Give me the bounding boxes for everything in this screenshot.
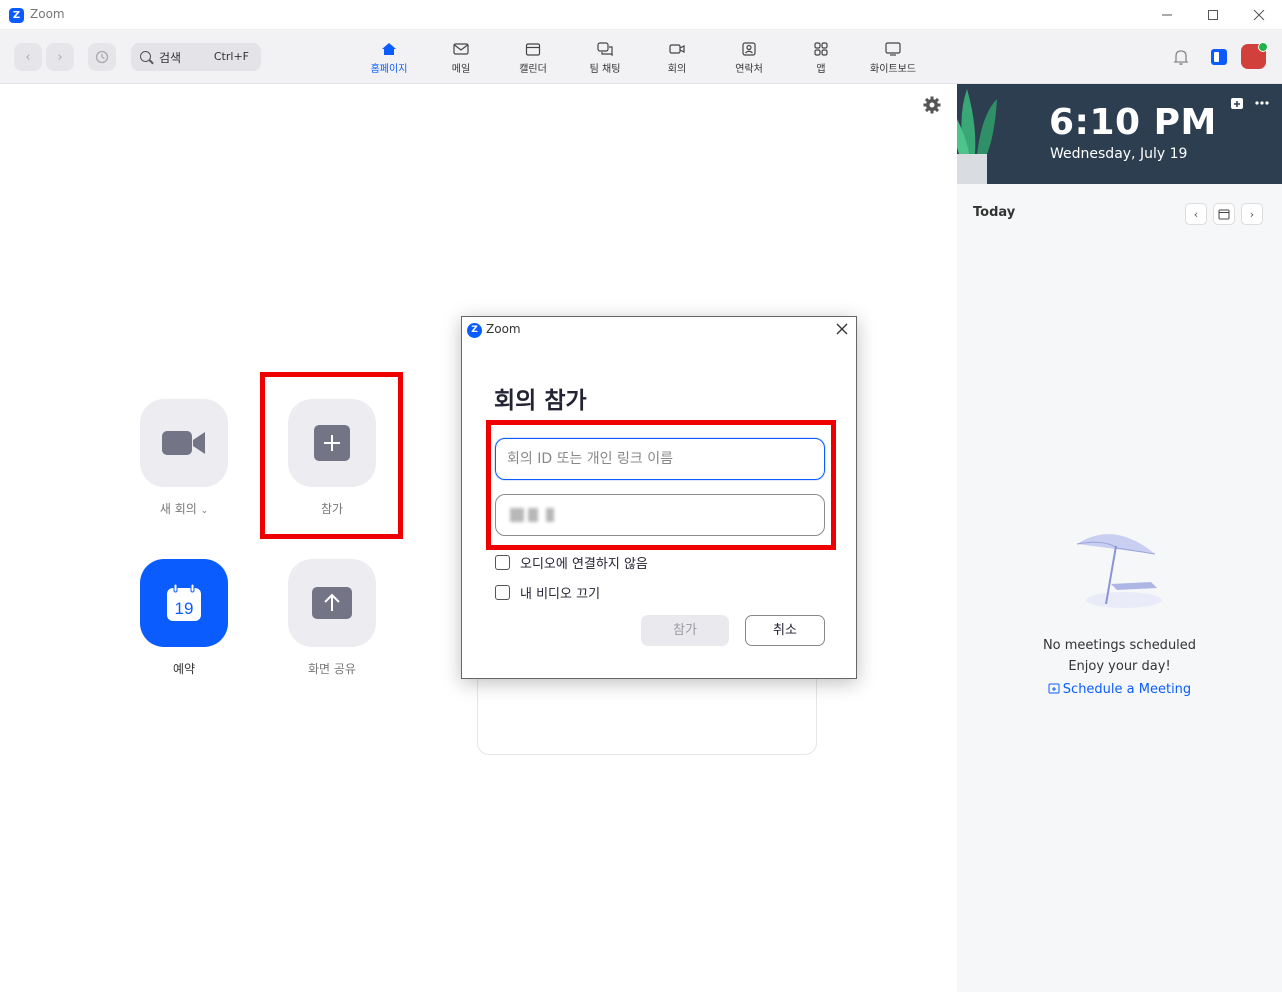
search-shortcut: Ctrl+F bbox=[213, 50, 249, 63]
schedule-meeting-link[interactable]: Schedule a Meeting bbox=[957, 682, 1282, 697]
tab-meetings[interactable]: 회의 bbox=[642, 40, 712, 80]
minimize-icon bbox=[1162, 14, 1172, 16]
tab-team-chat-label: 팀 채팅 bbox=[589, 64, 621, 75]
tab-team-chat[interactable]: 팀 채팅 bbox=[570, 40, 640, 80]
tab-meetings-label: 회의 bbox=[667, 64, 687, 75]
video-off-checkbox[interactable] bbox=[495, 585, 510, 600]
dialog-heading: 회의 참가 bbox=[494, 388, 587, 414]
new-meeting-label: 새 회의 ⌄ bbox=[159, 502, 209, 516]
schedule-tile[interactable]: 19 bbox=[140, 559, 228, 647]
new-meeting-tile[interactable] bbox=[140, 399, 228, 487]
banner-actions bbox=[1230, 96, 1270, 110]
tab-calendar[interactable]: 캘린더 bbox=[498, 40, 568, 80]
close-window-button[interactable] bbox=[1236, 0, 1282, 30]
settings-gear-icon[interactable] bbox=[923, 96, 941, 114]
mail-icon bbox=[453, 43, 469, 55]
window-title: Zoom bbox=[30, 7, 65, 21]
minimize-button[interactable] bbox=[1144, 0, 1190, 30]
schedule-label: 예약 bbox=[172, 662, 196, 676]
chevron-left-icon: ‹ bbox=[1193, 207, 1199, 221]
history-icon bbox=[95, 50, 109, 64]
title-bar: Z Zoom bbox=[0, 0, 1282, 30]
tab-home[interactable]: 홈페이지 bbox=[354, 40, 424, 80]
no-audio-option[interactable]: 오디오에 연결하지 않음 bbox=[495, 553, 648, 572]
dialog-close-button[interactable] bbox=[836, 320, 848, 339]
back-button[interactable]: ‹ bbox=[14, 43, 42, 71]
beach-umbrella-illustration bbox=[1076, 534, 1162, 608]
share-screen-action[interactable]: 화면 공유 bbox=[277, 559, 387, 677]
close-icon bbox=[1253, 9, 1265, 21]
side-panel-toggle-icon[interactable] bbox=[1211, 49, 1227, 65]
schedule-action[interactable]: 19 예약 bbox=[129, 559, 239, 677]
tab-home-label: 홈페이지 bbox=[370, 64, 408, 75]
maximize-icon bbox=[1208, 10, 1218, 20]
contacts-icon bbox=[742, 42, 756, 56]
tab-contacts-label: 연락처 bbox=[735, 64, 763, 75]
input-fields-highlight bbox=[486, 420, 836, 550]
calendar-icon bbox=[525, 43, 541, 56]
previous-day-button[interactable]: ‹ bbox=[1185, 203, 1207, 225]
join-tile-highlight bbox=[260, 372, 403, 539]
zoom-logo-icon: Z bbox=[9, 8, 24, 23]
tab-mail[interactable]: 메일 bbox=[426, 40, 496, 80]
chat-icon bbox=[597, 42, 613, 56]
chevron-right-icon: › bbox=[57, 49, 63, 65]
share-screen-tile[interactable] bbox=[288, 559, 376, 647]
tab-whiteboard[interactable]: 화이트보드 bbox=[858, 40, 928, 80]
search-box[interactable]: 검색 Ctrl+F bbox=[131, 43, 261, 71]
notification-bell-icon[interactable] bbox=[1172, 48, 1190, 66]
enjoy-day-text: Enjoy your day! bbox=[1068, 659, 1171, 674]
avatar[interactable] bbox=[1241, 42, 1268, 69]
no-audio-label: 오디오에 연결하지 않음 bbox=[520, 557, 648, 572]
chevron-down-icon[interactable]: ⌄ bbox=[201, 506, 209, 516]
maximize-button[interactable] bbox=[1190, 0, 1236, 30]
today-label: Today bbox=[973, 205, 1016, 220]
history-button[interactable] bbox=[88, 43, 116, 71]
tab-apps-label: 앱 bbox=[816, 64, 826, 75]
home-icon bbox=[382, 43, 396, 55]
more-options-icon[interactable] bbox=[1254, 96, 1270, 110]
tab-contacts[interactable]: 연락처 bbox=[714, 40, 784, 80]
cancel-button[interactable]: 취소 bbox=[745, 615, 825, 646]
top-toolbar: ‹ › 검색 Ctrl+F 홈페이지 메일 캘린더 팀 채팅 회의 연락처 앱 … bbox=[0, 30, 1282, 84]
calendar-picker-button[interactable] bbox=[1213, 203, 1235, 225]
forward-button[interactable]: › bbox=[46, 43, 74, 71]
chevron-left-icon: ‹ bbox=[25, 49, 31, 65]
plant-illustration bbox=[957, 89, 997, 184]
add-calendar-icon[interactable] bbox=[1230, 96, 1244, 110]
video-off-label: 내 비디오 끄기 bbox=[520, 587, 601, 602]
video-camera-icon bbox=[162, 431, 205, 455]
calendar-day-number: 19 bbox=[175, 599, 194, 618]
search-placeholder: 검색 bbox=[159, 51, 182, 65]
tab-apps[interactable]: 앱 bbox=[786, 40, 856, 80]
tab-calendar-label: 캘린더 bbox=[519, 64, 547, 75]
chevron-right-icon: › bbox=[1249, 207, 1255, 221]
tab-whiteboard-label: 화이트보드 bbox=[870, 64, 916, 75]
dialog-window-title: Zoom bbox=[486, 322, 521, 336]
search-icon bbox=[140, 51, 151, 62]
clock-date: Wednesday, July 19 bbox=[1050, 146, 1188, 162]
video-off-option[interactable]: 내 비디오 끄기 bbox=[495, 583, 600, 602]
schedule-meeting-label[interactable]: Schedule a Meeting bbox=[1063, 682, 1191, 697]
clock-time: 6:10 PM bbox=[1049, 102, 1217, 143]
share-arrow-icon bbox=[312, 587, 352, 619]
apps-icon bbox=[814, 42, 828, 56]
next-day-button[interactable]: › bbox=[1241, 203, 1263, 225]
calendar-plus-icon bbox=[1048, 683, 1060, 694]
calendar-icon bbox=[1218, 209, 1230, 220]
close-icon bbox=[836, 323, 848, 335]
no-audio-checkbox[interactable] bbox=[495, 555, 510, 570]
calendar-day-icon: 19 bbox=[167, 583, 201, 621]
share-screen-label: 화면 공유 bbox=[308, 662, 356, 676]
calendar-side-panel: 6:10 PM Wednesday, July 19 Today ‹ › No … bbox=[957, 84, 1282, 992]
video-icon bbox=[669, 44, 685, 54]
clock-banner: 6:10 PM Wednesday, July 19 bbox=[957, 84, 1282, 184]
join-button[interactable]: 참가 bbox=[641, 615, 729, 646]
no-meetings-text: No meetings scheduled bbox=[1042, 638, 1197, 653]
new-meeting-action[interactable]: 새 회의 ⌄ bbox=[129, 399, 239, 517]
zoom-logo-icon: Z bbox=[467, 323, 482, 338]
tab-mail-label: 메일 bbox=[451, 64, 471, 75]
whiteboard-icon bbox=[885, 42, 901, 56]
